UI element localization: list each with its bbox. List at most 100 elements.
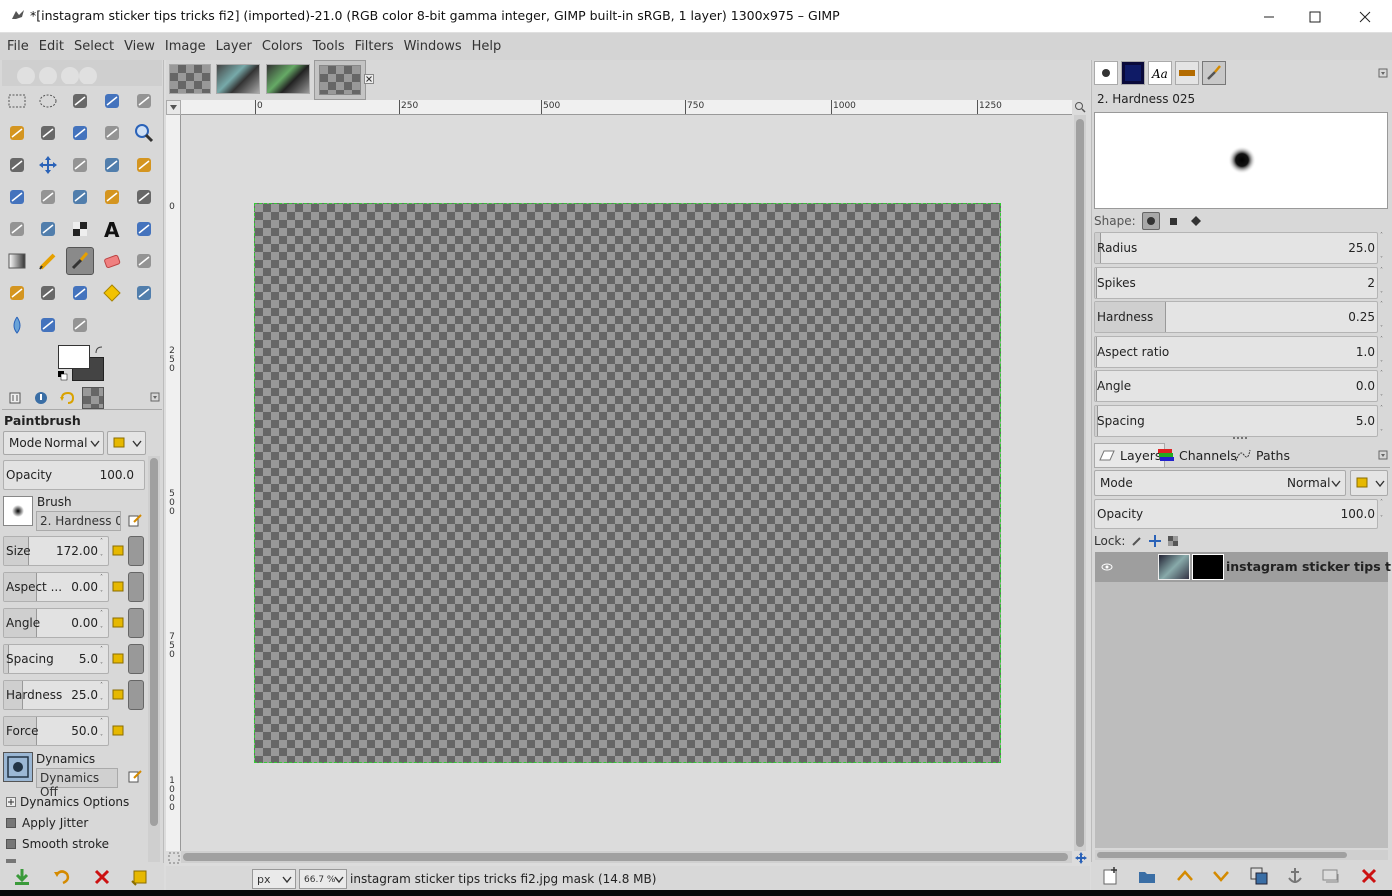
- reset-hardness-icon[interactable]: [111, 688, 125, 702]
- color-picker-tool[interactable]: [98, 119, 126, 147]
- heal-tool[interactable]: [98, 279, 126, 307]
- brush-spikes-slider[interactable]: Spikes 2: [1094, 267, 1378, 299]
- restore-options-icon[interactable]: [52, 867, 72, 887]
- scrollbar-thumb[interactable]: [183, 853, 1068, 861]
- vertical-scrollbar[interactable]: [1074, 115, 1086, 851]
- fuzzy-select-tool[interactable]: [98, 87, 126, 115]
- layer-row[interactable]: instagram sticker tips tricks: [1095, 552, 1392, 582]
- spinner-arrows[interactable]: ˄ ˅: [1380, 267, 1388, 299]
- align-tool[interactable]: [66, 151, 94, 179]
- smooth-stroke-checkbox[interactable]: Smooth stroke: [6, 837, 109, 851]
- spinner-arrows[interactable]: ˄ ˅: [100, 646, 108, 672]
- edit-dynamics-icon[interactable]: [128, 769, 142, 783]
- paint-dynamics-tab[interactable]: [1202, 61, 1226, 85]
- layers-hscrollbar[interactable]: [1095, 850, 1388, 860]
- lock-pixels-icon[interactable]: [1131, 535, 1143, 547]
- reset-spacing-icon[interactable]: [111, 652, 125, 666]
- text-tool[interactable]: A: [98, 215, 126, 243]
- ruler-corner-menu[interactable]: [166, 100, 181, 115]
- force-slider[interactable]: Force 50.0 ˄ ˅: [3, 716, 109, 746]
- duplicate-layer-icon[interactable]: [1249, 866, 1269, 886]
- menu-file[interactable]: File: [2, 33, 34, 60]
- perspective-clone-tool[interactable]: [130, 279, 158, 307]
- unit-select[interactable]: px: [252, 869, 296, 889]
- lower-layer-icon[interactable]: [1211, 866, 1231, 886]
- menu-tools[interactable]: Tools: [308, 33, 350, 60]
- spinner-arrows[interactable]: ˄ ˅: [100, 574, 108, 600]
- menu-image[interactable]: Image: [160, 33, 211, 60]
- shape-square-button[interactable]: [1166, 213, 1182, 229]
- blur-tool[interactable]: [3, 311, 31, 339]
- fonts-tab[interactable]: Aa: [1148, 61, 1172, 85]
- quick-mask-icon[interactable]: [168, 852, 180, 864]
- dynamics-preview-button[interactable]: [3, 752, 33, 782]
- brush-aspect-ratio-slider[interactable]: Aspect ratio 1.0: [1094, 336, 1378, 368]
- horizontal-ruler[interactable]: 0 250 500 750 1000 1250: [181, 100, 1072, 115]
- cage-tool[interactable]: [34, 215, 62, 243]
- dynamics-name[interactable]: Dynamics Off: [36, 768, 118, 799]
- angle-slider[interactable]: Angle 0.00 ˄ ˅: [3, 608, 109, 638]
- scrollbar-thumb[interactable]: [1097, 852, 1347, 858]
- layer-composite-menu[interactable]: [1350, 470, 1388, 496]
- tab-menu-icon[interactable]: [1378, 450, 1388, 460]
- default-colors-icon[interactable]: [58, 371, 68, 381]
- apply-jitter-checkbox[interactable]: Apply Jitter: [6, 816, 88, 830]
- mode-select[interactable]: Mode Normal: [3, 431, 104, 455]
- aspect-dynamics-link[interactable]: [128, 572, 144, 602]
- edit-brush-icon[interactable]: [128, 513, 142, 527]
- smudge-tool[interactable]: [34, 311, 62, 339]
- clone-tool[interactable]: [66, 279, 94, 307]
- spacing-slider[interactable]: Spacing 5.0 ˄ ˅: [3, 644, 109, 674]
- spacing-dynamics-link[interactable]: [128, 644, 144, 674]
- lock-alpha-icon[interactable]: [1167, 535, 1179, 547]
- horizontal-scrollbar[interactable]: [181, 851, 1072, 863]
- save-options-icon[interactable]: [12, 867, 32, 887]
- reset-aspect-icon[interactable]: [111, 580, 125, 594]
- crop-tool[interactable]: [98, 151, 126, 179]
- airbrush-tool[interactable]: [130, 247, 158, 275]
- scissors-select-tool[interactable]: [3, 119, 31, 147]
- minimize-button[interactable]: [1246, 0, 1292, 33]
- lock-position-icon[interactable]: [1149, 535, 1162, 547]
- navigate-icon[interactable]: [1075, 852, 1087, 864]
- brushes-tab[interactable]: [1094, 61, 1118, 85]
- close-tab-icon[interactable]: [364, 74, 374, 84]
- eraser-tool[interactable]: [98, 247, 126, 275]
- spinner-arrows[interactable]: ˄ ˅: [100, 682, 108, 708]
- reset-angle-icon[interactable]: [111, 616, 125, 630]
- zoom-tool[interactable]: [130, 119, 158, 147]
- size-slider[interactable]: Size 172.00 ˄ ˅: [3, 536, 109, 566]
- spinner-arrows[interactable]: ˄ ˅: [100, 610, 108, 636]
- swap-colors-icon[interactable]: [94, 345, 104, 355]
- paint-mode-menu[interactable]: [107, 431, 146, 455]
- rect-select-tool[interactable]: [3, 87, 31, 115]
- bucket-fill-tool[interactable]: [130, 215, 158, 243]
- opacity-slider[interactable]: Opacity 100.0: [3, 460, 145, 490]
- size-dynamics-link[interactable]: [128, 536, 144, 566]
- flip-tool[interactable]: [3, 215, 31, 243]
- brush-angle-slider[interactable]: Angle 0.0: [1094, 370, 1378, 402]
- anchor-layer-icon[interactable]: [1285, 866, 1305, 886]
- gradients-tab[interactable]: [1175, 61, 1199, 85]
- hardness-slider[interactable]: Hardness 25.0 ˄ ˅: [3, 680, 109, 710]
- close-button[interactable]: [1342, 0, 1388, 33]
- raise-layer-icon[interactable]: [1175, 866, 1195, 886]
- layer-mode-select[interactable]: Mode Normal: [1094, 470, 1346, 496]
- warp-tool[interactable]: [66, 215, 94, 243]
- spinner-arrows[interactable]: ˄ ˅: [1380, 405, 1388, 437]
- by-color-select-tool[interactable]: [130, 87, 158, 115]
- angle-dynamics-link[interactable]: [128, 608, 144, 638]
- rotate-tool[interactable]: [130, 151, 158, 179]
- ink-tool[interactable]: [3, 279, 31, 307]
- layer-opacity-slider[interactable]: Opacity 100.0: [1094, 499, 1378, 529]
- channels-tab[interactable]: Channels: [1154, 443, 1240, 467]
- move-tool[interactable]: [34, 151, 62, 179]
- merge-layer-icon[interactable]: [1321, 866, 1341, 886]
- menu-help[interactable]: Help: [467, 33, 507, 60]
- shape-circle-button[interactable]: [1141, 212, 1160, 230]
- free-select-tool[interactable]: [66, 87, 94, 115]
- menu-select[interactable]: Select: [69, 33, 119, 60]
- tool-options-tab[interactable]: [4, 387, 26, 409]
- gradient-tool[interactable]: [3, 247, 31, 275]
- spinner-arrows[interactable]: ˄ ˅: [1380, 301, 1388, 333]
